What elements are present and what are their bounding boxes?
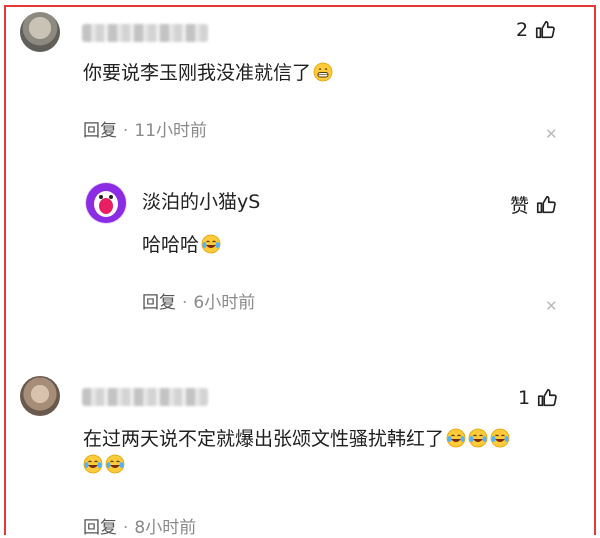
commenter-avatar[interactable] [20,376,60,416]
reply-button[interactable]: 回复 [142,293,176,313]
comment-meta: 回复 · 11小时前 [83,121,208,141]
grinning-emoji [313,62,333,82]
close-icon[interactable]: ✕ [545,125,558,143]
timestamp: 8小时前 [134,518,197,538]
tears-of-joy-emoji [446,428,466,448]
like-button[interactable]: 1 [518,387,558,409]
commenter-avatar[interactable] [20,12,60,52]
reply-username[interactable]: 淡泊的小猫yS [142,187,260,214]
blurred-username [82,388,208,406]
tears-of-joy-emoji [105,454,125,474]
reply-like-button[interactable]: 赞 [510,191,557,218]
tears-of-joy-emoji [201,234,221,254]
comment-text: 在过两天说不定就爆出张颂文性骚扰韩红了 [83,426,563,478]
like-count: 2 [516,19,529,41]
reply-button[interactable]: 回复 [83,518,117,538]
tears-of-joy-emoji [490,428,510,448]
thumbs-up-icon [538,388,557,407]
reply-meta: 回复 · 6小时前 [142,293,256,313]
timestamp: 6小时前 [193,293,256,313]
reply-button[interactable]: 回复 [83,121,117,141]
tears-of-joy-emoji [468,428,488,448]
close-icon[interactable]: ✕ [545,297,558,315]
like-button[interactable]: 2 [516,19,556,41]
reply-avatar[interactable] [85,182,127,224]
like-count: 1 [518,387,531,409]
tears-of-joy-emoji [83,454,103,474]
comment-meta: 回复 · 8小时前 [83,518,197,538]
like-label: 赞 [510,195,530,217]
timestamp: 11小时前 [134,121,208,141]
cat-avatar-icon [86,183,126,223]
comment-text: 你要说李玉刚我没准就信了 [83,60,333,86]
thumbs-up-icon [536,20,555,39]
thumbs-up-icon [536,195,556,213]
blurred-username [82,24,208,42]
reply-text: 哈哈哈 [142,232,221,258]
